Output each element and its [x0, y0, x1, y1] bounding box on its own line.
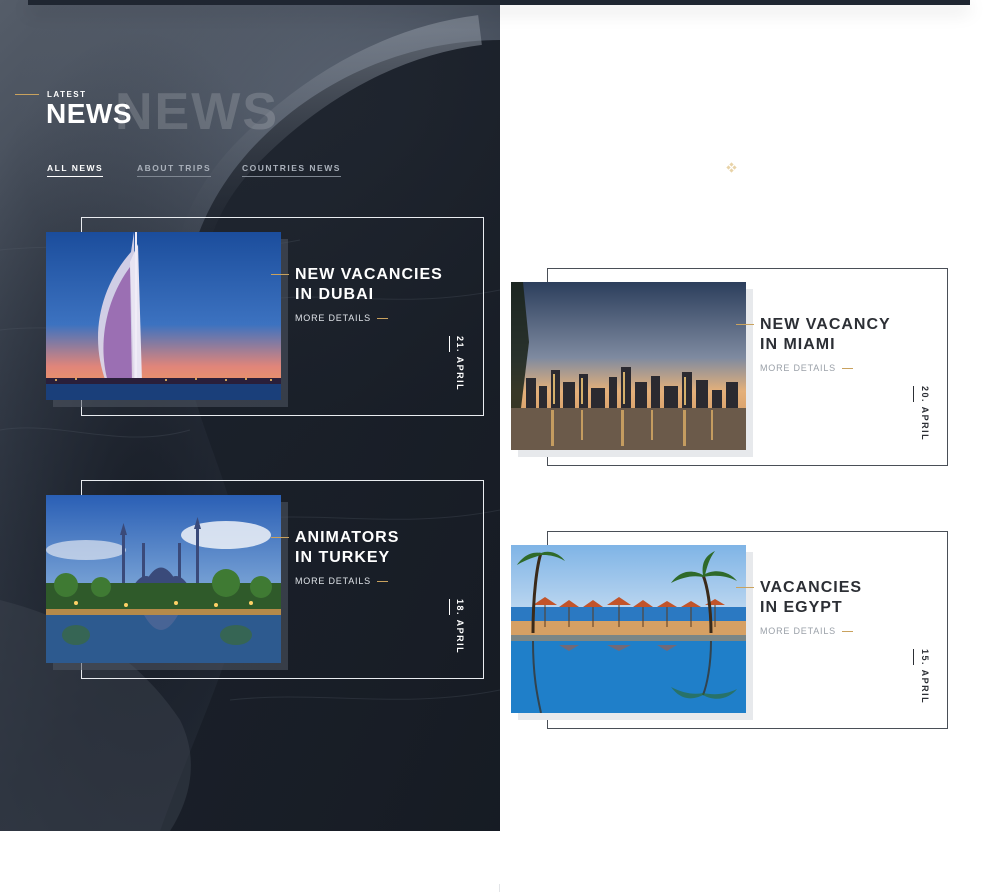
card-date: 18. APRIL — [455, 599, 465, 655]
eyebrow-line — [15, 94, 39, 95]
card-title-line2: IN EGYPT — [760, 599, 843, 616]
tab-countries-news[interactable]: COUNTRIES NEWS — [242, 163, 341, 177]
card-date: 15. APRIL — [920, 649, 930, 705]
photo-miami[interactable] — [511, 282, 746, 450]
photo-dubai[interactable] — [46, 232, 281, 400]
more-details-link[interactable]: MORE DETAILS — [760, 626, 853, 636]
date-bar — [913, 649, 914, 665]
tab-all-news[interactable]: ALL NEWS — [47, 163, 104, 177]
date-bar — [913, 386, 914, 402]
card-title-line2: IN TURKEY — [295, 549, 391, 566]
diamond-dots-icon — [726, 162, 737, 173]
more-details-link[interactable]: MORE DETAILS — [760, 363, 853, 373]
card-title-line2: IN MIAMI — [760, 336, 836, 353]
title-accent-line — [736, 324, 754, 325]
card-title-line1: VACANCIES — [760, 579, 863, 596]
more-details-link[interactable]: MORE DETAILS — [295, 576, 388, 586]
card-title-line1: NEW VACANCIES — [295, 266, 443, 283]
title-accent-line — [271, 537, 289, 538]
more-details-link[interactable]: MORE DETAILS — [295, 313, 388, 323]
tab-about-trips[interactable]: ABOUT TRIPS — [137, 163, 212, 177]
card-title-line2: IN DUBAI — [295, 286, 375, 303]
divider — [499, 884, 500, 892]
card-title-line1: NEW VACANCY — [760, 316, 891, 333]
date-bar — [449, 599, 450, 615]
date-bar — [449, 336, 450, 352]
photo-egypt[interactable] — [511, 545, 746, 713]
title-accent-line — [736, 587, 754, 588]
ghost-title: NEWS — [115, 83, 279, 141]
title-accent-line — [271, 274, 289, 275]
photo-turkey[interactable] — [46, 495, 281, 663]
top-bar — [28, 0, 970, 5]
card-title-line1: ANIMATORS — [295, 529, 400, 546]
page-title: NEWS — [46, 98, 132, 129]
card-date: 21. APRIL — [455, 336, 465, 392]
card-date: 20. APRIL — [920, 386, 930, 442]
